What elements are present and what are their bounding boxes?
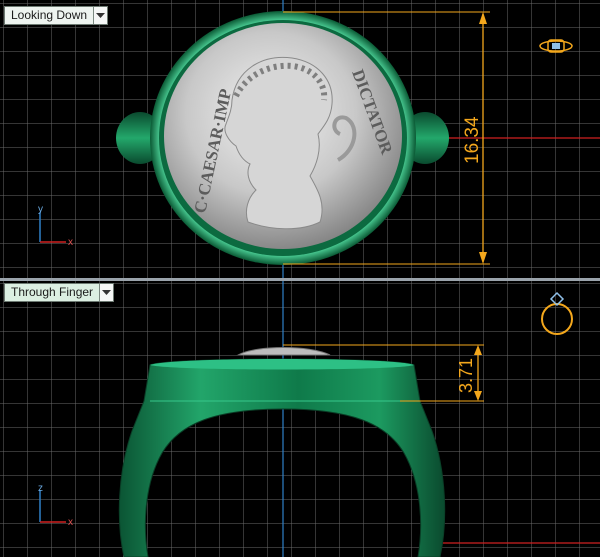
viewport-label-top[interactable]: Looking Down	[4, 6, 109, 25]
chevron-down-icon[interactable]	[99, 284, 114, 301]
top-viewport-canvas: C·CAESAR·IMP DICTATOR 16.34 y x	[0, 0, 600, 278]
dimension-label-width[interactable]: 16.34	[462, 116, 483, 164]
bottom-viewport-canvas: 3.71 z x	[0, 281, 600, 557]
viewport-looking-down[interactable]: C·CAESAR·IMP DICTATOR 16.34 y x Looking …	[0, 0, 600, 278]
axis-label-x: x	[68, 237, 73, 248]
viewport-through-finger[interactable]: 3.71 z x Through Finger	[0, 281, 600, 557]
chevron-down-icon[interactable]	[93, 7, 108, 24]
axis-label-z: z	[38, 483, 43, 494]
viewport-label-bottom[interactable]: Through Finger	[4, 283, 115, 302]
axis-label-y: y	[38, 204, 43, 215]
dimension-label-height[interactable]: 3.71	[456, 358, 476, 393]
viewport-title-top: Looking Down	[11, 8, 88, 22]
grid	[0, 281, 600, 557]
viewport-title-bottom: Through Finger	[11, 285, 94, 299]
axis-label-x: x	[68, 517, 73, 528]
